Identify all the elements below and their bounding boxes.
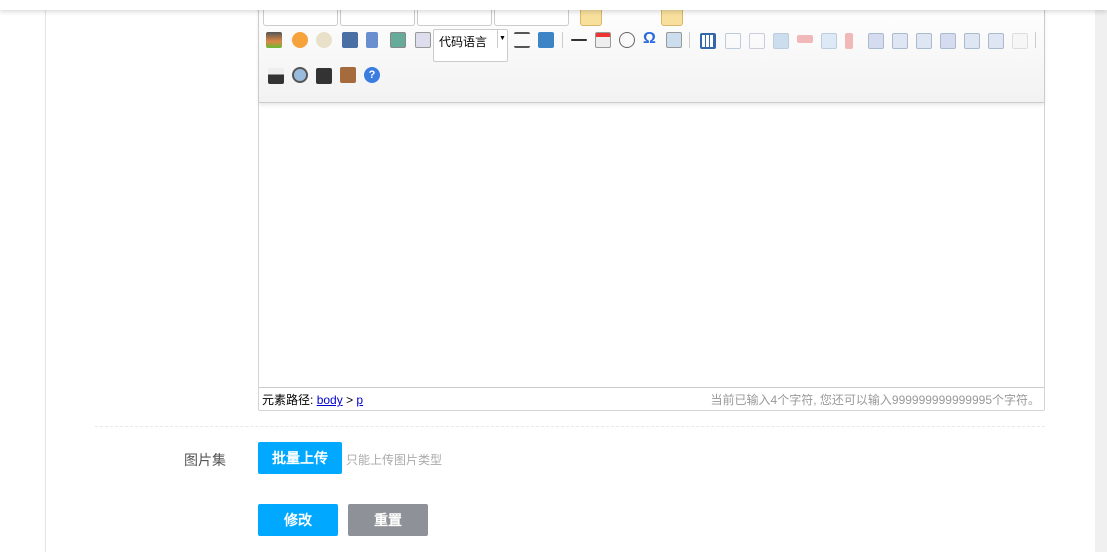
insert-caption-icon[interactable] <box>749 33 765 49</box>
preview-icon[interactable] <box>292 67 308 83</box>
word-image-icon[interactable] <box>666 32 682 48</box>
video-icon[interactable] <box>342 32 358 48</box>
paste-icon[interactable] <box>340 67 356 83</box>
insert-row-icon[interactable] <box>773 33 789 49</box>
split-rows-icon[interactable] <box>964 33 980 49</box>
path-p-link[interactable]: p <box>356 393 363 407</box>
editor-toolbar: 代码语言 ▼ Ω ? <box>259 1 1044 103</box>
template-icon[interactable] <box>538 32 554 48</box>
word-count: 当前已输入4个字符, 您还可以输入999999999999995个字符。 <box>710 393 1040 407</box>
editor-status-bar: 元素路径: body > p 当前已输入4个字符, 您还可以输入99999999… <box>259 387 1044 410</box>
horizontal-rule-icon[interactable] <box>571 39 587 41</box>
insert-col-icon[interactable] <box>821 33 837 49</box>
chart-icon[interactable] <box>1012 33 1028 49</box>
iframe-icon[interactable] <box>415 32 431 48</box>
code-language-label: 代码语言 <box>439 35 488 49</box>
path-body-link[interactable]: body <box>317 393 343 407</box>
code-language-select[interactable]: 代码语言 ▼ <box>433 29 508 62</box>
divider <box>95 426 1045 427</box>
help-icon[interactable]: ? <box>364 67 380 83</box>
path-separator: > <box>346 393 354 407</box>
delete-col-icon[interactable] <box>845 33 853 49</box>
image-icon[interactable] <box>266 32 282 48</box>
insert-table-icon[interactable] <box>700 33 716 49</box>
reset-button[interactable]: 重置 <box>348 504 428 536</box>
delete-table-icon[interactable] <box>725 33 741 49</box>
print-icon[interactable] <box>268 68 284 84</box>
element-path-label: 元素路径: <box>262 393 314 407</box>
merge-cells-icon[interactable] <box>868 33 884 49</box>
map-icon[interactable] <box>390 32 406 48</box>
upload-hint: 只能上传图片类型 <box>346 453 443 467</box>
split-cols-icon[interactable] <box>988 33 1004 49</box>
scrollbar[interactable] <box>1095 0 1107 552</box>
split-cells-icon[interactable] <box>940 33 956 49</box>
delete-row-icon[interactable] <box>797 35 813 43</box>
chevron-down-icon: ▼ <box>497 30 507 48</box>
editor-content-area[interactable] <box>259 104 1044 387</box>
merge-down-icon[interactable] <box>916 33 932 49</box>
scrawl-icon[interactable] <box>316 32 332 48</box>
emotion-icon[interactable] <box>292 32 308 48</box>
date-icon[interactable] <box>595 32 611 48</box>
submit-button[interactable]: 修改 <box>258 504 338 536</box>
attachment-icon[interactable] <box>366 32 378 48</box>
top-header <box>0 0 1107 10</box>
merge-right-icon[interactable] <box>892 33 908 49</box>
search-replace-icon[interactable] <box>316 68 332 84</box>
sidebar-divider <box>45 0 46 552</box>
rich-text-editor: 代码语言 ▼ Ω ? 元素路径: body > p 当前已输入4个字符, 您还可以… <box>258 0 1045 411</box>
time-icon[interactable] <box>619 32 635 48</box>
pagebreak-icon[interactable] <box>514 32 530 48</box>
special-chars-icon[interactable]: Ω <box>643 30 659 47</box>
gallery-label: 图片集 <box>184 452 226 468</box>
batch-upload-button[interactable]: 批量上传 <box>258 442 342 474</box>
